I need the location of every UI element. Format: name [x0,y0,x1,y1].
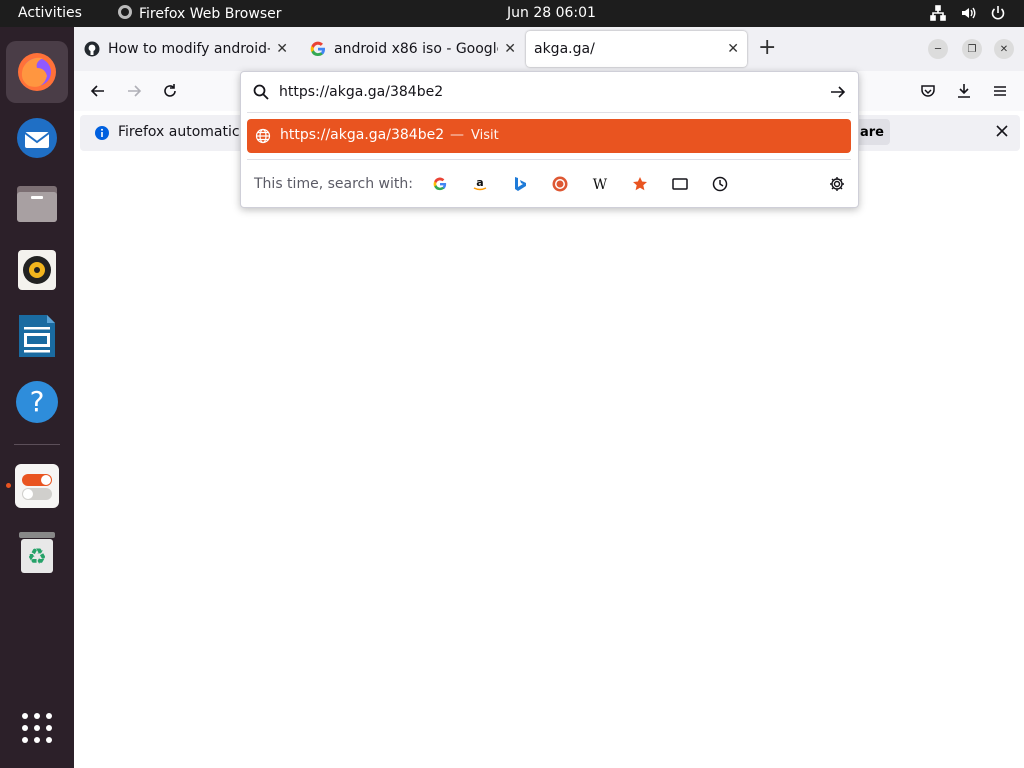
go-button[interactable] [830,84,846,104]
svg-text:♻: ♻ [27,545,47,570]
divider [247,112,851,113]
pocket-button[interactable] [918,81,938,101]
firefox-small-icon [117,4,133,24]
github-icon [84,41,100,57]
reload-icon [164,84,176,97]
google-icon [433,177,447,191]
search-settings-button[interactable] [827,174,847,194]
system-top-bar: Activities Firefox Web Browser Jun 28 06… [0,0,1024,27]
tab-akga-active[interactable]: akga.ga/ ✕ [526,31,747,67]
notification-text: Firefox automatica [118,124,249,140]
close-window-button[interactable]: ✕ [994,39,1014,59]
new-tab-button[interactable]: + [758,37,776,59]
app-menu[interactable]: Firefox Web Browser [117,4,282,24]
dock: ? ♻ [0,27,74,768]
amazon-icon: a [473,176,487,191]
hamburger-menu-icon [994,86,1006,96]
duckduckgo-icon [552,176,568,192]
pocket-icon [921,85,935,97]
history-clock-icon [712,176,728,192]
settings-toggle-icon [15,464,59,508]
rhythmbox-icon [18,250,56,290]
tab-github[interactable]: How to modify android-x ✕ [76,31,296,67]
dock-files[interactable] [6,173,68,235]
back-button[interactable] [88,81,108,101]
show-apps-button[interactable] [6,697,68,759]
firefox-icon [18,53,56,91]
search-engine-google[interactable] [430,174,450,194]
writer-icon [19,315,55,357]
tab-google[interactable]: android x86 iso - Google S ✕ [302,31,524,67]
files-icon [17,186,57,222]
volume-icon [960,5,976,21]
notification-close-button[interactable] [994,123,1010,143]
bing-icon [515,177,526,191]
tab-title: How to modify android-x [108,41,271,57]
trash-icon: ♻ [19,532,55,573]
suggestion-action-label: Visit [471,128,499,143]
gear-icon [830,177,844,191]
reload-button[interactable] [160,81,180,101]
system-tray[interactable] [930,5,1006,21]
activities-button[interactable]: Activities [18,5,82,21]
tab-title: android x86 iso - Google S [334,41,498,57]
urlbar-dropdown: https://akga.ga/384be2 — Visit This time… [240,71,859,208]
help-icon: ? [16,381,58,423]
wikipedia-icon: W [593,177,608,192]
forward-button[interactable] [124,81,144,101]
search-engine-duckduckgo[interactable] [550,174,570,194]
url-input[interactable] [279,80,819,104]
dock-thunderbird[interactable] [6,107,68,169]
dock-writer[interactable] [6,305,68,367]
dock-rhythmbox[interactable] [6,239,68,301]
dock-help[interactable]: ? [6,371,68,433]
back-arrow-icon [90,85,104,97]
dock-trash[interactable]: ♻ [6,521,68,583]
svg-text:a: a [476,176,483,189]
tab-title: akga.ga/ [534,41,595,57]
tab-strip: How to modify android-x ✕ android x86 is… [74,27,1024,71]
dock-separator [14,444,60,445]
close-icon [996,125,1008,137]
maximize-button[interactable]: ❐ [962,39,982,59]
thunderbird-icon [17,118,57,158]
forward-arrow-icon [128,85,142,97]
svg-text:?: ? [30,385,45,418]
search-tabs[interactable] [670,174,690,194]
power-icon [990,5,1006,21]
suggestion-separator: — [450,127,464,143]
download-icon [958,84,970,98]
search-engine-amazon[interactable]: a [470,174,490,194]
search-icon [253,84,269,104]
search-with-label: This time, search with: [254,176,413,192]
divider [247,159,851,160]
globe-icon [255,128,271,144]
tabs-icon [672,178,688,190]
search-engine-wikipedia[interactable]: W [590,174,610,194]
info-icon [95,126,109,140]
search-bookmarks[interactable] [630,174,650,194]
tab-close-button[interactable]: ✕ [504,41,516,57]
dock-firefox[interactable] [6,41,68,103]
go-arrow-icon [831,86,846,98]
tab-close-button[interactable]: ✕ [727,41,739,57]
clock[interactable]: Jun 28 06:01 [507,5,596,21]
minimize-button[interactable]: ─ [928,39,948,59]
app-grid-icon [22,713,52,743]
search-engine-bing[interactable] [510,174,530,194]
search-history[interactable] [710,174,730,194]
bookmark-star-icon [633,177,647,191]
network-icon [930,5,946,21]
app-name: Firefox Web Browser [139,6,282,22]
suggestion-url: https://akga.ga/384be2 [280,127,445,143]
tab-close-button[interactable]: ✕ [276,41,288,57]
dock-settings[interactable] [6,455,68,517]
app-menu-button[interactable] [990,81,1010,101]
downloads-button[interactable] [954,81,974,101]
svg-text:W: W [593,177,608,192]
page-content [74,155,1024,768]
google-icon [310,41,325,57]
url-suggestion-row[interactable]: https://akga.ga/384be2 — Visit [247,119,851,153]
